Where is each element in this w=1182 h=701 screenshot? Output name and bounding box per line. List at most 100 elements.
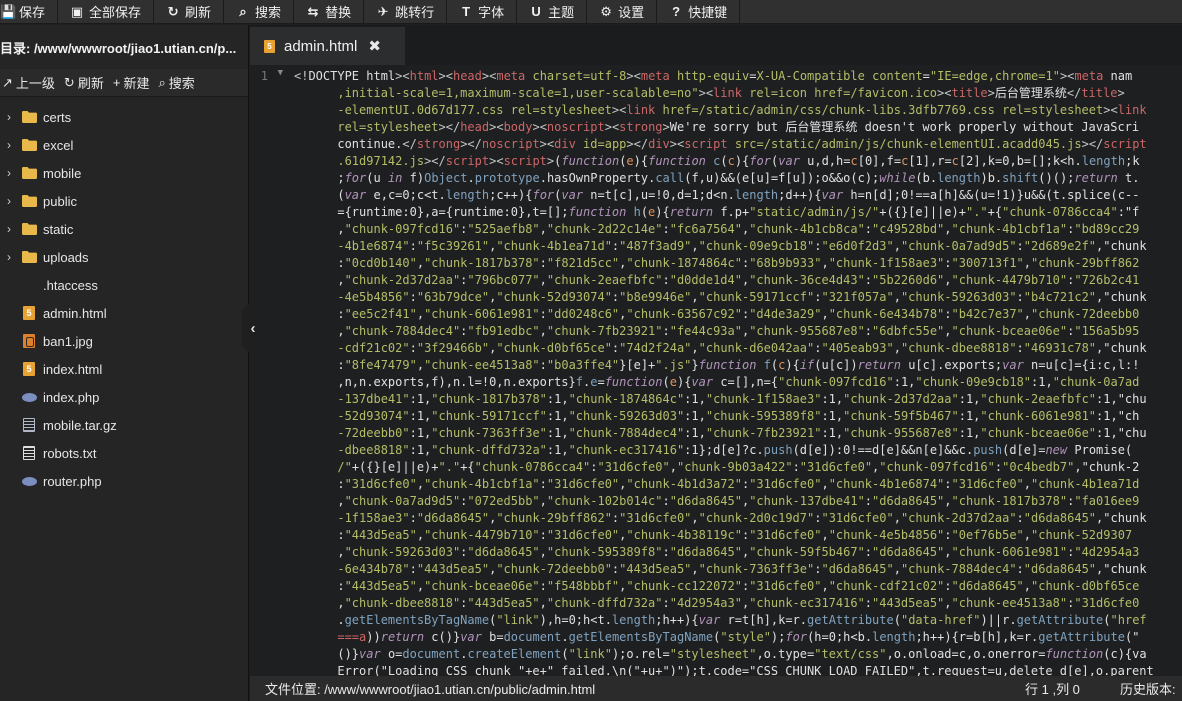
file-item-admin-html[interactable]: 5 admin.html	[0, 299, 248, 327]
file-name: uploads	[43, 249, 89, 265]
toolbar-label: 刷新	[185, 5, 212, 20]
file-name: excel	[43, 137, 74, 153]
save-icon: 💾	[0, 3, 17, 19]
code-line: -4e5b4856":"63b79dce","chunk-52d93074":"…	[337, 290, 1147, 304]
code-line: Error("Loading CSS chunk "+e+" failed.\n…	[294, 664, 1154, 676]
file-name: mobile	[43, 165, 82, 181]
sidebar-action-label: 搜索	[168, 76, 195, 91]
code-line: -elementUI.0d67d177.css rel=stylesheet><…	[337, 103, 1147, 117]
toolbar-label: 保存	[19, 5, 46, 20]
chevron-right-icon: ›	[7, 110, 11, 124]
html5-file-icon: 5	[264, 39, 275, 53]
file-name: static	[43, 221, 74, 237]
file-explorer-sidebar: 目录: /www/wwwroot/jiao1.utian.cn/p... ↗ 上一…	[0, 25, 249, 701]
code-line: .61d97142.js></script><script>(function(…	[337, 154, 1140, 168]
fold-arrow-icon[interactable]: ▼	[278, 68, 283, 78]
file-name: admin.html	[43, 305, 107, 321]
toolbar-button-save-all[interactable]: ▣ 全部保存	[58, 0, 155, 23]
sidebar-action-up-level[interactable]: ↗ 上一级	[2, 73, 64, 92]
code-line: rel=stylesheet></head><body><noscript><s…	[337, 120, 1140, 134]
code-line: ,n,n.exports,f),n.l=!0,n.exports}f.e=fun…	[294, 375, 1140, 389]
file-tree: › certs › excel › mobile › public › static › upload…	[0, 97, 248, 495]
goto-line-icon: ✈	[377, 3, 389, 19]
code-line: /"+({}[e]||e)+"."+{"chunk-0786cca4":"31d…	[337, 460, 1140, 474]
toolbar-button-goto-line[interactable]: ✈ 跳转行	[364, 0, 448, 23]
file-item-robots-txt[interactable]: robots.txt	[0, 439, 248, 467]
toolbar-button-save[interactable]: 💾 保存	[0, 0, 59, 23]
chevron-right-icon: ›	[7, 194, 11, 208]
code-line: ;for(u in f)Object.prototype.hasOwnPrope…	[294, 171, 1140, 185]
editor-toolbar: 💾 保存 ▣ 全部保存 ↻ 刷新 ⌕ 搜索 ⇆ 替换 ✈ 跳转行 T 字体 U 主题 ⚙ 设置? 快捷键	[0, 0, 1182, 24]
code-line: ,"chunk-0a7ad9d5":"072ed5bb","chunk-102b…	[294, 494, 1140, 508]
file-path-status: 文件位置: /www/wwwroot/jiao1.utian.cn/public…	[265, 682, 596, 697]
code-line: :"443d5ea5","chunk-bceae06e":"f548bbbf",…	[294, 579, 1140, 593]
file-item-ban1-jpg[interactable]: ban1.jpg	[0, 327, 248, 355]
toolbar-button-font[interactable]: T 字体	[447, 0, 518, 23]
file-name: .htaccess	[43, 277, 98, 293]
settings-icon: ⚙	[600, 3, 612, 19]
code-content[interactable]: <!DOCTYPE html><html><head><meta charset…	[294, 68, 1182, 676]
code-line: -52d93074":1,"chunk-59171ccf":1,"chunk-5…	[337, 409, 1140, 423]
toolbar-label: 搜索	[255, 5, 282, 20]
tab-admin-html[interactable]: 5 admin.html ✖	[250, 27, 405, 65]
code-line: .getElementsByTagName("link"),h=0;h<t.le…	[294, 613, 1147, 627]
folder-item-public[interactable]: › public	[0, 187, 248, 215]
toolbar-label: 跳转行	[395, 5, 435, 20]
code-line: ,"chunk-dbee8818":"443d5ea5","chunk-dffd…	[294, 596, 1140, 610]
toolbar-button-replace[interactable]: ⇆ 替换	[294, 0, 365, 23]
save-all-icon: ▣	[70, 3, 84, 19]
search-icon: ⌕	[239, 3, 247, 19]
history-versions-button[interactable]: 历史版本:	[1120, 679, 1176, 698]
chevron-right-icon: ›	[7, 250, 11, 264]
code-line: :"8fe47479","chunk-ee4513a8":"b0a3ffe4"}…	[294, 358, 1140, 372]
folder-icon	[18, 251, 40, 263]
folder-item-mobile[interactable]: › mobile	[0, 159, 248, 187]
file-item-index-php[interactable]: index.php	[0, 383, 248, 411]
file-item-router-php[interactable]: router.php	[0, 467, 248, 495]
sidebar-action-new[interactable]: + 新建	[113, 73, 159, 92]
file-name: robots.txt	[43, 445, 97, 461]
chevron-left-icon: ‹	[250, 319, 256, 337]
toolbar-button-refresh[interactable]: ↻ 刷新	[154, 0, 225, 23]
toolbar-label: 替换	[325, 5, 352, 20]
file-item-index-html[interactable]: 5 index.html	[0, 355, 248, 383]
code-line: -cdf21c02":"3f29466b","chunk-d0bf65ce":"…	[337, 341, 1147, 355]
sidebar-action-label: 刷新	[77, 76, 104, 91]
code-line: ,initial-scale=1,maximum-scale=1,user-sc…	[337, 86, 1125, 100]
close-icon[interactable]: ✖	[368, 37, 381, 55]
code-line: ()}var o=document.createElement("link");…	[294, 647, 1147, 661]
file-item-mobile-tar-gz[interactable]: mobile.tar.gz	[0, 411, 248, 439]
folder-item-certs[interactable]: › certs	[0, 103, 248, 131]
code-line: (var e,c=0;c<t.length;c++){for(var n=t[c…	[294, 188, 1140, 202]
code-line: :"31d6cfe0","chunk-4b1cbf1a":"31d6cfe0",…	[294, 477, 1140, 491]
folder-icon	[18, 195, 40, 207]
html5-file-icon: 5	[18, 306, 40, 320]
folder-item-static[interactable]: › static	[0, 215, 248, 243]
toolbar-button-search[interactable]: ⌕ 搜索	[224, 0, 295, 23]
theme-icon: U	[531, 4, 541, 19]
toolbar-button-help[interactable]: ? 快捷键	[657, 0, 741, 23]
code-editor[interactable]: 1 ▼ <!DOCTYPE html><html><head><meta cha…	[250, 67, 1182, 676]
file-item-htaccess[interactable]: .htaccess	[0, 271, 248, 299]
toolbar-button-settings[interactable]: ⚙ 设置	[587, 0, 658, 23]
code-line: <!DOCTYPE html><html><head><meta charset…	[294, 69, 1133, 83]
file-name: mobile.tar.gz	[43, 417, 117, 433]
font-icon: T	[462, 4, 471, 19]
chevron-right-icon: ›	[7, 138, 11, 152]
sidebar-actions: ↗ 上一级 ↻ 刷新 + 新建 ⌕ 搜索	[0, 69, 248, 97]
collapse-sidebar-button[interactable]: ‹	[242, 303, 264, 353]
toolbar-label: 设置	[618, 5, 645, 20]
file-name: certs	[43, 109, 72, 125]
search-icon: ⌕	[158, 74, 166, 90]
sidebar-action-search[interactable]: ⌕ 搜索	[158, 73, 203, 92]
code-line: -dbee8818":1,"chunk-dffd732a":1,"chunk-e…	[337, 443, 1133, 457]
sidebar-action-refresh[interactable]: ↻ 刷新	[64, 73, 113, 92]
tab-title: admin.html	[284, 37, 358, 55]
code-line: -6e434b78":"443d5ea5","chunk-72deebb0":"…	[337, 562, 1147, 576]
folder-item-excel[interactable]: › excel	[0, 131, 248, 159]
line-number: 1	[260, 69, 268, 83]
folder-icon	[18, 223, 40, 235]
toolbar-button-theme[interactable]: U 主题	[517, 0, 588, 23]
folder-item-uploads[interactable]: › uploads	[0, 243, 248, 271]
line-gutter: 1 ▼	[250, 67, 292, 676]
